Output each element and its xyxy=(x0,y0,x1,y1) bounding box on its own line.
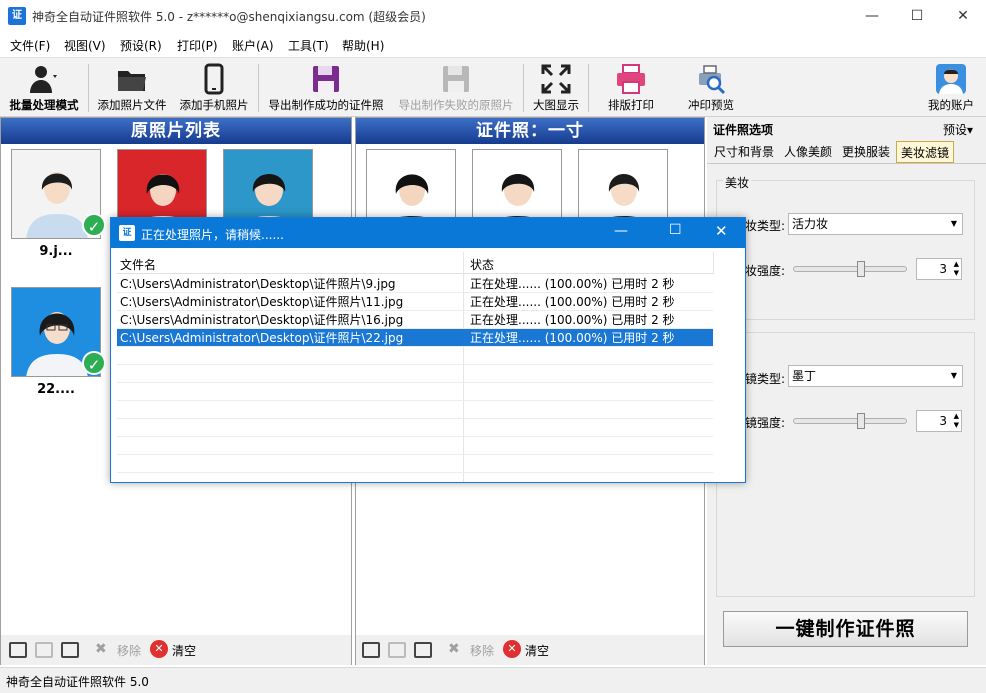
makeup-strength-slider[interactable] xyxy=(793,261,907,277)
slider-thumb[interactable] xyxy=(857,413,865,429)
toolbar: 批量处理模式 添加照片文件 添加手机照片 导出制作成功的证件照 导出制作失败的原… xyxy=(0,57,986,117)
maximize-button[interactable]: ☐ xyxy=(894,0,940,32)
export-failed-button[interactable]: 导出制作失败的原照片 xyxy=(392,58,520,118)
clear-button[interactable]: 清空 xyxy=(525,642,549,659)
minimize-button[interactable]: — xyxy=(849,0,895,32)
print-preview-icon xyxy=(699,65,726,95)
source-actions-bar: ✖ 移除 ✕ 清空 xyxy=(1,635,351,665)
makeup-strength-label: 妆强度: xyxy=(745,264,786,278)
spinner-arrows-icon[interactable]: ▲ ▼ xyxy=(954,412,959,430)
makeup-type-select[interactable]: 活力妆 ▼ xyxy=(788,213,963,235)
add-phone-photo-button[interactable]: 添加手机照片 xyxy=(174,58,254,118)
clear-icon: ✕ xyxy=(150,640,168,658)
printer-icon xyxy=(617,64,645,94)
filter-type-label: 镜类型: xyxy=(745,372,786,386)
table-row-selected[interactable]: C:\Users\Administrator\Desktop\证件照片\22.j… xyxy=(117,329,713,347)
table-row[interactable]: C:\Users\Administrator\Desktop\证件照片\9.jp… xyxy=(117,275,713,293)
options-panel: 证件照选项 预设▾ 尺寸和背景 人像美颜 更换服装 美妆滤镜 美妆 妆类型: 活… xyxy=(707,117,986,665)
save-icon xyxy=(313,66,339,92)
filter-strength-slider[interactable] xyxy=(793,413,907,429)
chevron-down-icon: ▼ xyxy=(950,219,957,228)
close-button[interactable]: ✕ xyxy=(715,222,728,240)
close-button[interactable]: ✕ xyxy=(940,0,986,32)
select-none-icon[interactable] xyxy=(35,642,53,658)
export-success-button[interactable]: 导出制作成功的证件照 xyxy=(262,58,390,118)
source-panel-title: 原照片列表 xyxy=(1,118,351,144)
layout-print-button[interactable]: 排版打印 xyxy=(594,58,668,118)
menu-help[interactable]: 帮助(H) xyxy=(342,37,384,54)
dialog-title-bar: 证 正在处理照片，请稍候...... — ☐ ✕ xyxy=(111,218,745,248)
menu-file[interactable]: 文件(F) xyxy=(10,37,50,54)
makeup-strength-stepper[interactable]: 3 ▲ ▼ xyxy=(916,258,962,280)
spinner-arrows-icon[interactable]: ▲ ▼ xyxy=(954,260,959,278)
select-none-icon[interactable] xyxy=(388,642,406,658)
select-all-icon[interactable] xyxy=(362,642,380,658)
minimize-button[interactable]: — xyxy=(614,223,628,239)
menu-account[interactable]: 账户(A) xyxy=(232,37,274,54)
phone-icon xyxy=(204,63,224,95)
remove-icon: ✖ xyxy=(95,641,107,657)
select-all-icon[interactable] xyxy=(9,642,27,658)
table-row[interactable]: C:\Users\Administrator\Desktop\证件照片\11.j… xyxy=(117,293,713,311)
save-disabled-icon xyxy=(443,66,469,92)
tab-clothing[interactable]: 更换服装 xyxy=(838,141,894,163)
my-account-button[interactable]: 我的账户 xyxy=(918,58,984,118)
makeup-group-label: 美妆 xyxy=(723,174,752,191)
success-check-icon: ✓ xyxy=(82,351,106,375)
table-header: 文件名 状态 xyxy=(117,252,713,274)
menu-preset[interactable]: 预设(R) xyxy=(120,37,162,54)
remove-button[interactable]: 移除 xyxy=(117,642,141,659)
folder-icon xyxy=(118,71,146,91)
clear-button[interactable]: 清空 xyxy=(172,642,196,659)
print-preview-button[interactable]: 冲印预览 xyxy=(674,58,748,118)
processing-dialog: 证 正在处理照片，请稍候...... — ☐ ✕ 文件名 状态 C:\Users… xyxy=(110,217,746,483)
menu-print[interactable]: 打印(P) xyxy=(177,37,218,54)
menu-bar: 文件(F) 视图(V) 预设(R) 打印(P) 账户(A) 工具(T) 帮助(H… xyxy=(0,34,986,56)
make-id-photo-button[interactable]: 一键制作证件照 xyxy=(723,611,968,647)
slider-thumb[interactable] xyxy=(857,261,865,277)
app-icon: 证 xyxy=(119,225,135,241)
large-view-button[interactable]: 大图显示 xyxy=(526,58,586,118)
batch-mode-button[interactable]: 批量处理模式 xyxy=(4,58,84,118)
window-title: 神奇全自动证件照软件 5.0 - z******o@shenqixiangsu.… xyxy=(32,10,426,24)
table-row[interactable]: C:\Users\Administrator\Desktop\证件照片\16.j… xyxy=(117,311,713,329)
filter-type-select[interactable]: 墨丁 ▼ xyxy=(788,365,963,387)
add-photo-file-button[interactable]: 添加照片文件 xyxy=(92,58,172,118)
tab-beauty[interactable]: 人像美颜 xyxy=(780,141,836,163)
expand-icon xyxy=(541,64,571,94)
column-status[interactable]: 状态 xyxy=(470,256,494,273)
remove-button[interactable]: 移除 xyxy=(470,642,494,659)
photo-filename: 22.... xyxy=(37,382,75,397)
title-bar: 证 神奇全自动证件照软件 5.0 - z******o@shenqixiangs… xyxy=(0,0,986,32)
invert-select-icon[interactable] xyxy=(414,642,432,658)
status-bar: 神奇全自动证件照软件 5.0 xyxy=(0,667,986,693)
menu-view[interactable]: 视图(V) xyxy=(64,37,106,54)
clear-icon: ✕ xyxy=(503,640,521,658)
makeup-type-label: 妆类型: xyxy=(745,219,786,233)
filter-strength-stepper[interactable]: 3 ▲ ▼ xyxy=(916,410,962,432)
tab-makeup-filter[interactable]: 美妆滤镜 xyxy=(896,141,955,163)
options-title: 证件照选项 xyxy=(713,123,774,137)
preset-dropdown[interactable]: 预设▾ xyxy=(943,121,973,138)
tab-size-background[interactable]: 尺寸和背景 xyxy=(710,141,778,163)
avatar-icon xyxy=(936,64,966,94)
invert-select-icon[interactable] xyxy=(61,642,79,658)
makeup-group xyxy=(716,180,975,320)
id-actions-bar: ✖ 移除 ✕ 清空 xyxy=(356,635,704,665)
dialog-title: 正在处理照片，请稍候...... xyxy=(141,228,284,242)
menu-tools[interactable]: 工具(T) xyxy=(288,37,329,54)
users-icon xyxy=(30,66,57,93)
success-check-icon: ✓ xyxy=(82,213,106,237)
filter-strength-label: 镜强度: xyxy=(745,416,786,430)
column-filename[interactable]: 文件名 xyxy=(120,256,156,273)
chevron-down-icon: ▼ xyxy=(950,371,957,380)
status-text: 神奇全自动证件照软件 5.0 xyxy=(6,675,149,689)
maximize-button[interactable]: ☐ xyxy=(669,222,682,238)
remove-icon: ✖ xyxy=(448,641,460,657)
id-panel-title: 证件照：一寸 xyxy=(356,118,704,144)
app-icon: 证 xyxy=(8,7,26,25)
photo-filename: 9.j... xyxy=(39,244,73,259)
